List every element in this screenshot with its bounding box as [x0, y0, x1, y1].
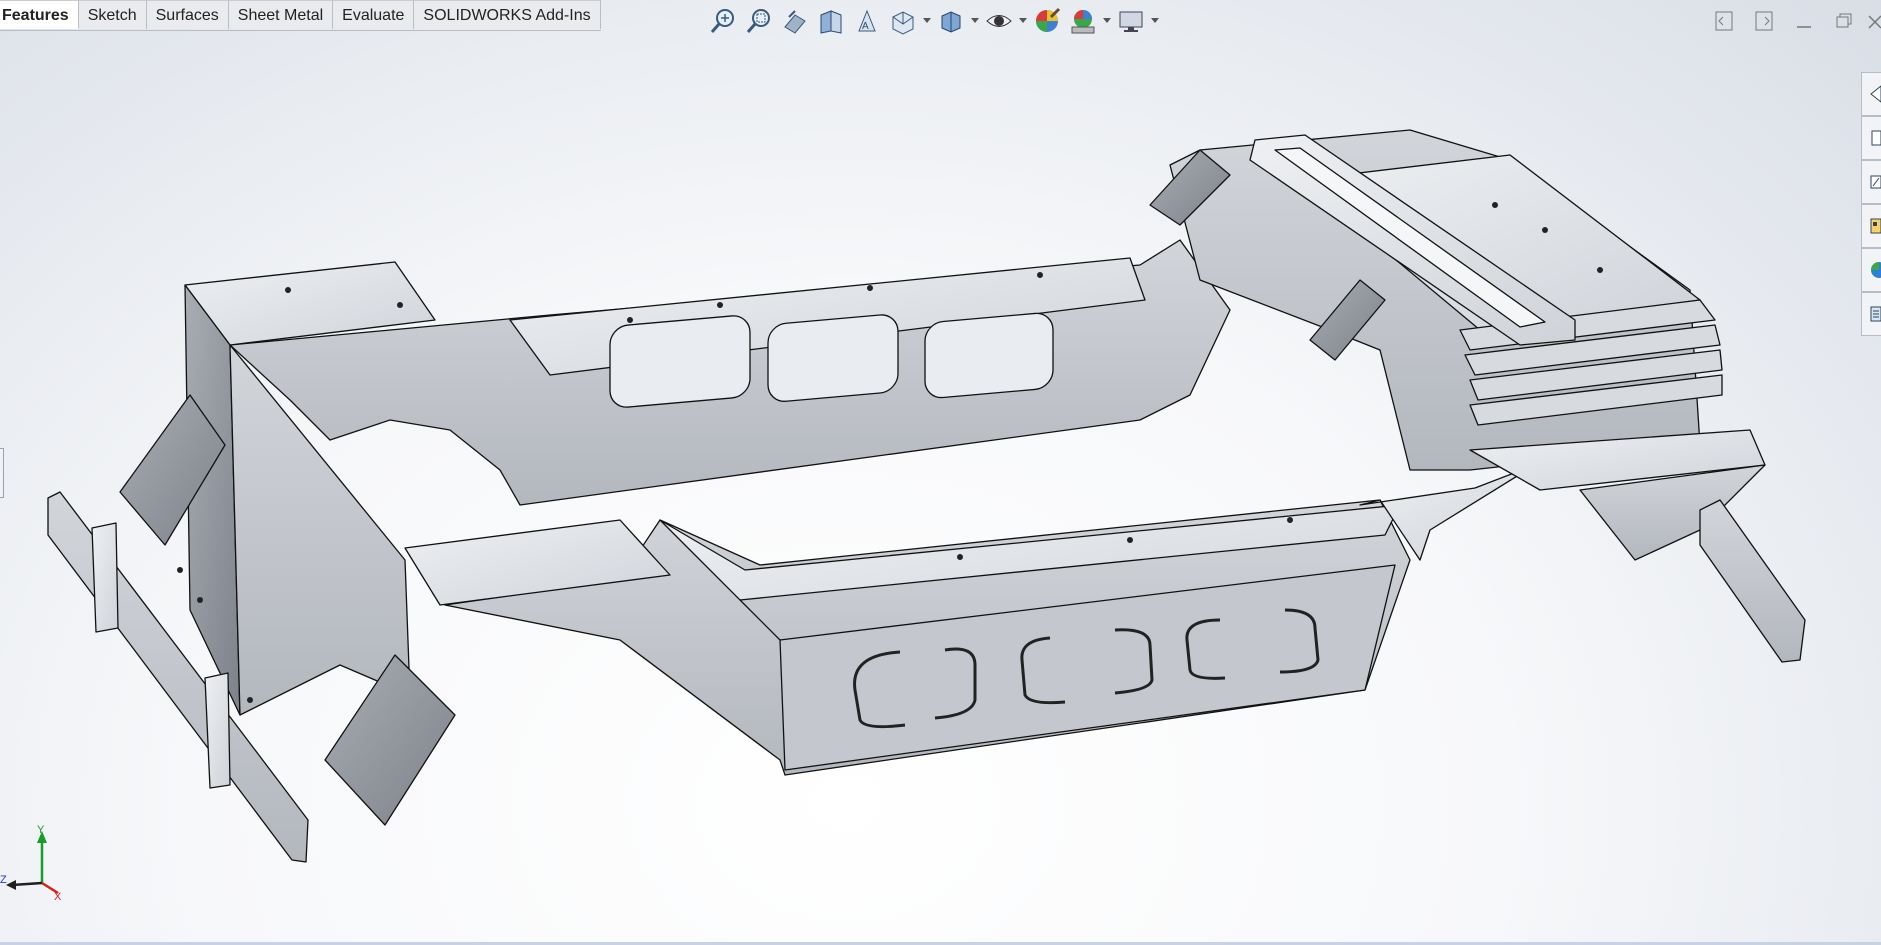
- file-explorer-icon[interactable]: [1861, 160, 1881, 204]
- hide-show-dropdown[interactable]: [1018, 4, 1028, 38]
- appearances-icon[interactable]: [1861, 248, 1881, 292]
- view-settings-dropdown[interactable]: [1150, 4, 1160, 38]
- dynamic-annotation-view-icon[interactable]: A: [850, 4, 884, 38]
- close-icon[interactable]: [1867, 6, 1881, 36]
- tab-evaluate[interactable]: Evaluate: [333, 0, 415, 29]
- custom-properties-icon[interactable]: [1861, 292, 1881, 336]
- window-controls: [1707, 6, 1881, 36]
- graphics-area[interactable]: Features Sketch Surfaces Sheet Metal Eva…: [0, 0, 1881, 945]
- display-style-icon[interactable]: [934, 4, 968, 38]
- design-library-icon[interactable]: [1861, 116, 1881, 160]
- tab-sketch[interactable]: Sketch: [78, 0, 147, 29]
- restore-icon[interactable]: [1827, 6, 1861, 36]
- view-settings-icon[interactable]: [1114, 4, 1148, 38]
- triad-y-label: Y: [37, 825, 45, 836]
- triad-z-label: Z: [0, 874, 7, 886]
- previous-view-icon[interactable]: [778, 4, 812, 38]
- task-pane-tabs: [1861, 72, 1881, 336]
- view-orientation-dropdown[interactable]: [922, 4, 932, 38]
- command-manager-tabs: Features Sketch Surfaces Sheet Metal Eva…: [0, 0, 601, 31]
- frame-assembly-model[interactable]: [0, 0, 1881, 945]
- solidworks-resources-icon[interactable]: [1861, 72, 1881, 116]
- apply-scene-icon[interactable]: [1066, 4, 1100, 38]
- display-style-dropdown[interactable]: [970, 4, 980, 38]
- tile-right-icon[interactable]: [1747, 6, 1781, 36]
- tab-sheet-metal[interactable]: Sheet Metal: [228, 0, 334, 29]
- zoom-to-fit-icon[interactable]: [706, 4, 740, 38]
- tile-left-icon[interactable]: [1707, 6, 1741, 36]
- tab-solidworks-add-ins[interactable]: SOLIDWORKS Add-Ins: [414, 0, 601, 29]
- apply-scene-dropdown[interactable]: [1102, 4, 1112, 38]
- hide-show-items-icon[interactable]: [982, 4, 1016, 38]
- feature-manager-flyout-handle[interactable]: [0, 448, 4, 498]
- tab-surfaces[interactable]: Surfaces: [146, 0, 229, 29]
- section-view-icon[interactable]: [814, 4, 848, 38]
- tab-features[interactable]: Features: [0, 0, 79, 29]
- svg-text:A: A: [862, 21, 869, 32]
- view-orientation-icon[interactable]: [886, 4, 920, 38]
- zoom-to-area-icon[interactable]: [742, 4, 776, 38]
- triad-x-label: X: [54, 891, 62, 903]
- minimize-icon[interactable]: [1787, 6, 1821, 36]
- heads-up-view-toolbar: A: [706, 4, 1160, 38]
- reference-triad: Y X Z: [0, 825, 62, 903]
- edit-appearance-icon[interactable]: [1030, 4, 1064, 38]
- view-palette-icon[interactable]: [1861, 204, 1881, 248]
